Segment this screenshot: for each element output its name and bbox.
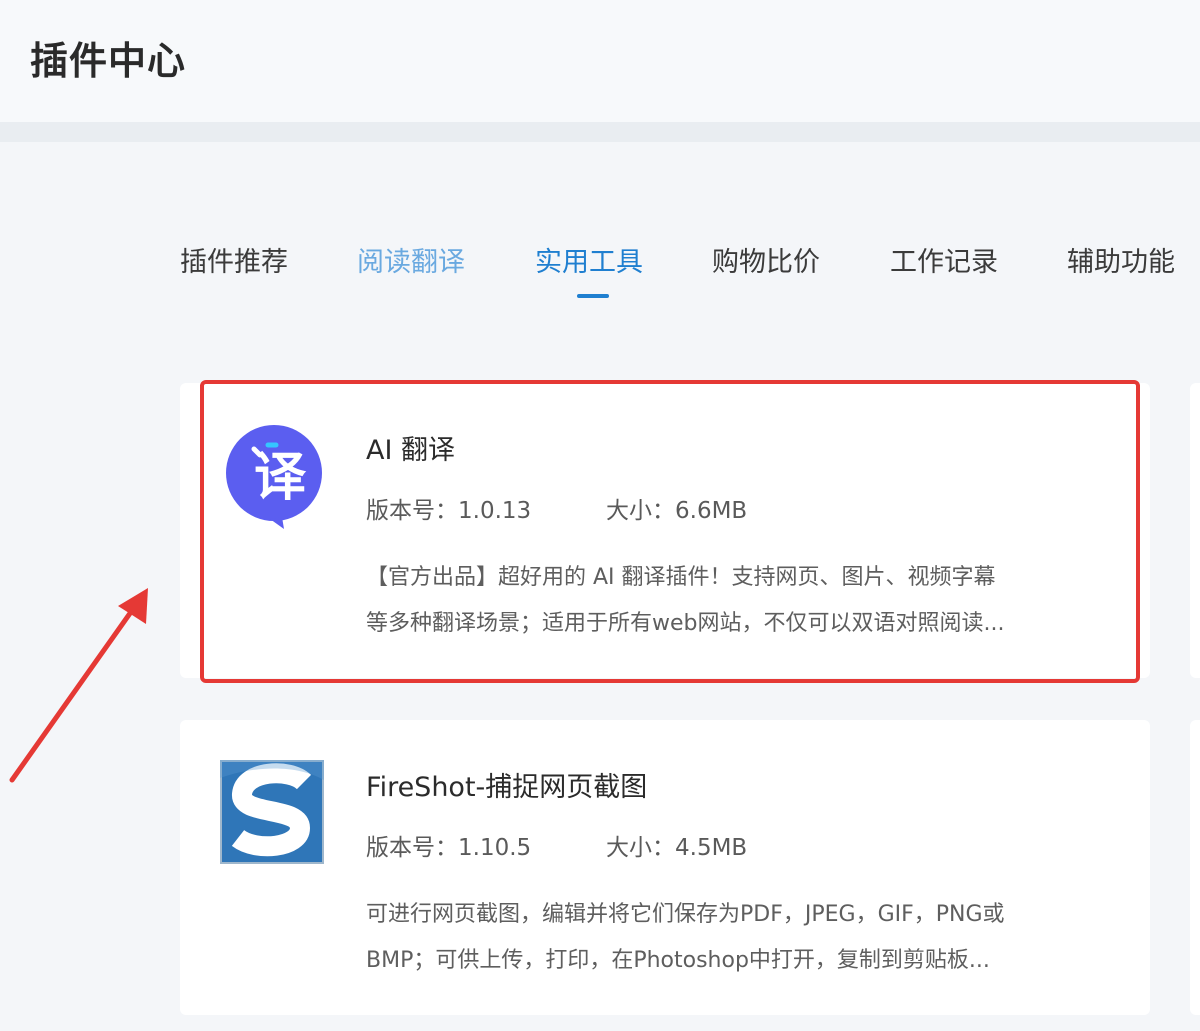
plugin-name[interactable]: AI 翻译 (366, 428, 455, 467)
plugin-card-fireshot[interactable]: FireShot-捕捉网页截图 版本号：1.10.5 大小：4.5MB 可进行网… (180, 720, 1150, 1015)
tab-work-record[interactable]: 工作记录 (890, 240, 998, 279)
page-title: 插件中心 (30, 39, 187, 83)
description-line: BMP；可供上传，打印，在Photoshop中打开，复制到剪贴板... (366, 948, 990, 973)
plugin-meta: 版本号：1.10.5 大小：4.5MB (366, 828, 747, 862)
size-info: 大小：4.5MB (606, 828, 747, 862)
next-card-edge (1190, 720, 1200, 1015)
svg-text:译: 译 (254, 448, 307, 508)
version-label: 版本号： (366, 835, 458, 861)
pointer-arrow-icon (9, 588, 148, 783)
size-value: 4.5MB (675, 835, 748, 861)
tab-shopping[interactable]: 购物比价 (712, 240, 820, 279)
tab-accessibility[interactable]: 辅助功能 (1067, 240, 1175, 279)
size-value: 6.6MB (675, 498, 748, 524)
plugin-name[interactable]: FireShot-捕捉网页截图 (366, 765, 647, 804)
description-line: 可进行网页截图，编辑并将它们保存为PDF，JPEG，GIF，PNG或 (366, 902, 1005, 927)
fireshot-icon (220, 760, 324, 868)
translate-icon: 译 (224, 423, 324, 533)
tab-utilities[interactable]: 实用工具 (535, 240, 643, 279)
plugin-description: 可进行网页截图，编辑并将它们保存为PDF，JPEG，GIF，PNG或 BMP；可… (366, 892, 1096, 984)
page-header: 插件中心 (0, 0, 1200, 122)
version-value: 1.10.5 (458, 835, 532, 861)
tab-reading-translation[interactable]: 阅读翻译 (357, 240, 465, 279)
description-line: 等多种翻译场景；适用于所有web网站，不仅可以双语对照阅读... (366, 611, 1005, 636)
size-label: 大小： (606, 498, 675, 524)
tab-recommended[interactable]: 插件推荐 (180, 240, 288, 279)
plugin-meta: 版本号：1.0.13 大小：6.6MB (366, 491, 747, 525)
plugin-card-ai-translate[interactable]: 译 AI 翻译 版本号：1.0.13 大小：6.6MB 【官方出品】超好用的 A… (180, 383, 1150, 678)
header-divider (0, 122, 1200, 142)
size-info: 大小：6.6MB (606, 491, 747, 525)
version-value: 1.0.13 (458, 498, 532, 524)
category-tabs: 插件推荐 阅读翻译 实用工具 购物比价 工作记录 辅助功能 (0, 240, 1200, 310)
plugin-center-page: 插件中心 插件推荐 阅读翻译 实用工具 购物比价 工作记录 辅助功能 译 AI … (0, 0, 1200, 1031)
description-line: 【官方出品】超好用的 AI 翻译插件！支持网页、图片、视频字幕 (366, 565, 996, 590)
next-card-edge (1190, 383, 1200, 678)
size-label: 大小： (606, 835, 675, 861)
plugin-description: 【官方出品】超好用的 AI 翻译插件！支持网页、图片、视频字幕 等多种翻译场景；… (366, 555, 1096, 647)
version-label: 版本号： (366, 498, 458, 524)
active-tab-indicator (577, 294, 609, 298)
